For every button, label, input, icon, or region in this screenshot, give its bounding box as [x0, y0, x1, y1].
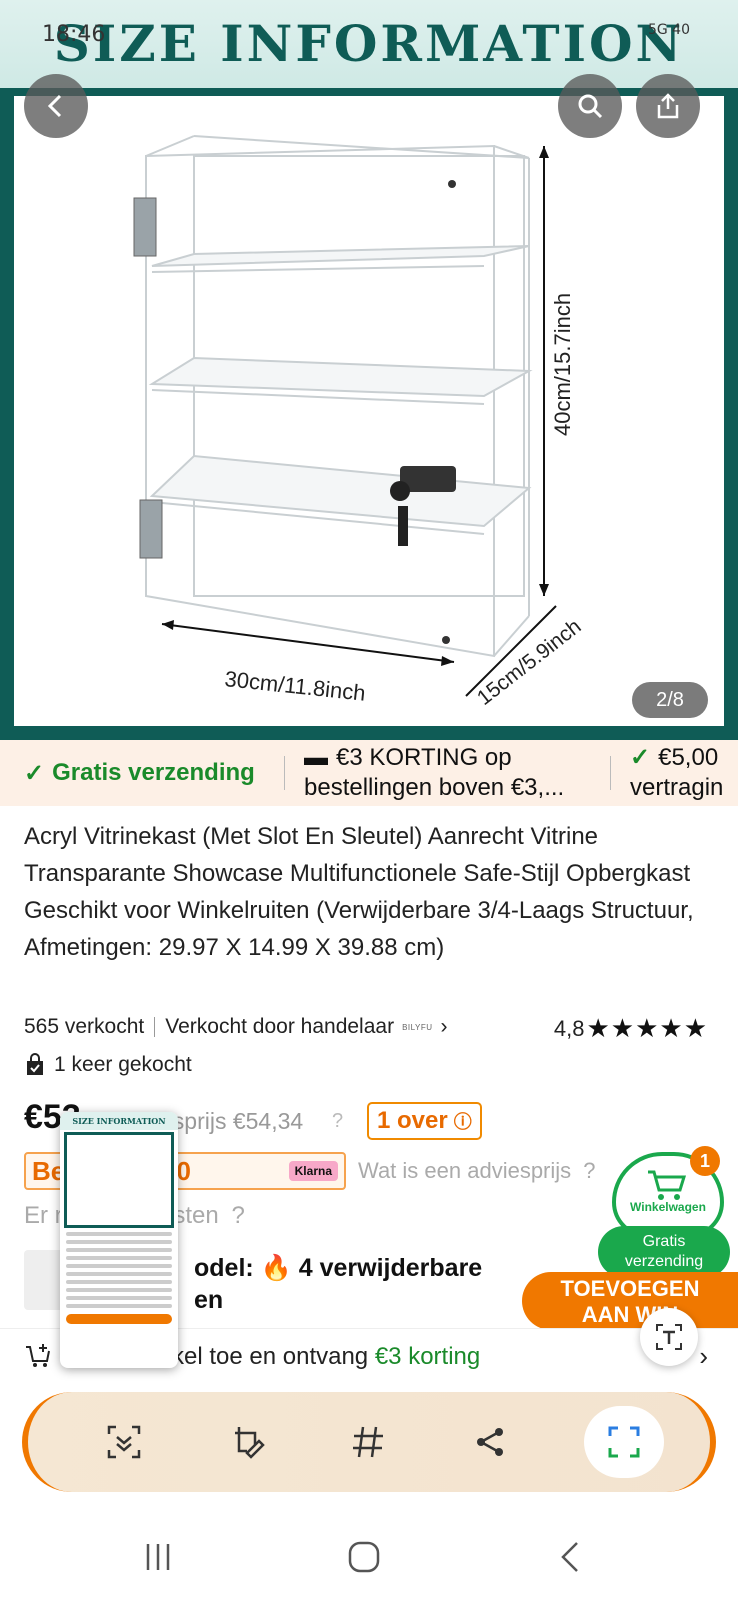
product-image: 30cm/11.8inch 15cm/5.9inch 40cm/15.7inch	[14, 96, 724, 726]
promo-divider	[284, 756, 285, 790]
info-icon[interactable]: ?	[332, 1110, 343, 1133]
meta-divider	[154, 1017, 156, 1037]
add-line1: TOEVOEGEN	[560, 1276, 700, 1301]
smart-select-button[interactable]	[584, 1406, 664, 1478]
back-icon	[561, 1542, 578, 1572]
draw-button[interactable]	[224, 1418, 272, 1466]
cart-icon	[648, 1170, 687, 1200]
status-icons: 5G 40	[648, 22, 690, 38]
image-page-counter: 2/8	[632, 682, 708, 718]
battery-label: 40	[672, 22, 690, 38]
hashtag-icon	[353, 1426, 383, 1458]
cart-count-badge: 1	[690, 1146, 720, 1176]
promo-divider	[610, 756, 611, 790]
promo-delay-credit: ✓ €5,00 vertragin	[630, 740, 723, 806]
promo-free-shipping: ✓ Gratis verzending	[24, 740, 255, 806]
extract-text-button[interactable]	[640, 1308, 698, 1366]
stock-text: 1 over	[377, 1107, 448, 1134]
question-icon: ?	[583, 1158, 596, 1183]
thumbnail-button	[66, 1314, 172, 1324]
recent-apps-icon	[146, 1544, 170, 1570]
add-to-cart-button[interactable]: TOEVOEGEN AAN WIN	[522, 1272, 738, 1330]
text-scan-icon	[656, 1324, 682, 1350]
shopping-bag-icon	[27, 1053, 43, 1075]
dimension-width: 30cm/11.8inch	[223, 666, 366, 706]
promo-credit-line2: vertragin	[630, 774, 724, 801]
home-icon	[348, 1541, 380, 1573]
display-cabinet-illustration: 30cm/11.8inch 15cm/5.9inch 40cm/15.7inch	[133, 135, 586, 710]
search-button[interactable]	[558, 74, 622, 138]
chevron-right-icon: ›	[440, 1015, 448, 1038]
advice-price-link[interactable]: Wat is een adviesprijs ?	[358, 1158, 596, 1184]
bought-text: 1 keer gekocht	[54, 1053, 192, 1076]
thumbnail-banner: SIZE INFORMATION	[60, 1112, 178, 1130]
check-icon: ✓	[630, 744, 651, 771]
info-icon: ⓘ	[453, 1112, 472, 1132]
cta-discount: €3 korting	[374, 1343, 481, 1370]
scroll-capture-icon	[107, 1425, 141, 1459]
add-line2: AAN WIN	[581, 1302, 679, 1327]
dimension-height: 40cm/15.7inch	[550, 293, 575, 436]
advice-text: Wat is een adviesprijs	[358, 1158, 572, 1183]
seller-logo: BILYFU	[402, 1022, 433, 1032]
thumbnail-image	[64, 1132, 174, 1228]
status-time: 18:46	[42, 22, 106, 47]
model-value: 4 verwijderbare	[298, 1254, 483, 1282]
product-image-gallery[interactable]: SIZE INFORMATION 18:46 5G 40 30cm/11.8in…	[0, 0, 738, 740]
thumbnail-text-lines	[60, 1232, 178, 1308]
system-navigation-bar	[0, 1510, 738, 1600]
product-title: Acryl Vitrinekast (Met Slot En Sleutel) …	[24, 823, 694, 961]
free-shipping-pill: Gratis verzending	[598, 1226, 730, 1278]
dimension-depth: 15cm/5.9inch	[473, 615, 586, 710]
smart-select-icon	[608, 1426, 640, 1458]
promo-strip[interactable]: ✓ Gratis verzending ▬ €3 KORTING op beste…	[0, 740, 738, 806]
coupon-icon: ▬	[304, 744, 328, 771]
back-nav-button[interactable]	[540, 1532, 600, 1582]
stock-badge: 1 over ⓘ	[367, 1102, 482, 1140]
share-button[interactable]	[636, 74, 700, 138]
search-icon	[578, 94, 603, 119]
model-line2: en	[194, 1286, 224, 1314]
check-icon: ✓	[24, 759, 45, 787]
promo-discount-line1: €3 KORTING op	[336, 744, 512, 771]
flame-icon: 🔥	[260, 1254, 292, 1282]
crop-draw-icon	[235, 1427, 265, 1459]
promo-credit-line1: €5,00	[658, 744, 719, 771]
promo-discount: ▬ €3 KORTING op bestellingen boven €3,...	[304, 740, 564, 806]
cart-plus-icon	[26, 1344, 50, 1367]
promo-discount-line2: bestellingen boven €3,...	[304, 774, 565, 801]
cta-text: tikel toe en ontvang €3 korting	[160, 1343, 480, 1371]
model-text: odel: 🔥 4 verwijderbare en	[194, 1252, 482, 1316]
cart-label: Winkelwagen	[630, 1200, 706, 1214]
share-icon	[657, 93, 679, 119]
capture-toolbar	[22, 1392, 716, 1492]
banner-title: SIZE INFORMATION	[53, 14, 685, 73]
chevron-right-icon: ›	[699, 1341, 708, 1371]
free-line1: Gratis	[642, 1233, 686, 1250]
free-line2: verzending	[624, 1253, 704, 1270]
share-nodes-icon	[477, 1428, 503, 1456]
sold-count: 565 verkocht	[24, 1015, 145, 1038]
cta-label: tikel toe en ontvang	[160, 1343, 369, 1370]
question-icon: ?	[231, 1202, 245, 1229]
home-button[interactable]	[334, 1532, 394, 1582]
scroll-capture-button[interactable]	[100, 1418, 148, 1466]
promo-free-shipping-label: Gratis verzending	[52, 759, 255, 786]
tag-button[interactable]	[344, 1418, 392, 1466]
chevron-left-icon	[47, 94, 62, 118]
network-label: 5G	[647, 22, 668, 38]
recent-apps-button[interactable]	[128, 1532, 188, 1582]
share-capture-button[interactable]	[466, 1418, 514, 1466]
back-button[interactable]	[24, 74, 88, 138]
model-label: odel:	[194, 1254, 254, 1282]
seller-link[interactable]: Verkocht door handelaar	[165, 1015, 394, 1039]
star-rating-icons: ★★★★★	[586, 1013, 708, 1043]
rating-value: 4,8	[553, 1015, 585, 1041]
recommended-price: esprijs €54,34	[160, 1108, 304, 1134]
rating[interactable]: 4,8 ★★★★★	[554, 1013, 708, 1044]
sales-meta: 565 verkocht Verkocht door handelaar BIL…	[24, 1015, 448, 1039]
bought-count: 1 keer gekocht	[24, 1053, 192, 1077]
klarna-badge: Klarna	[288, 1161, 338, 1181]
screenshot-thumbnail[interactable]: SIZE INFORMATION	[60, 1112, 178, 1368]
